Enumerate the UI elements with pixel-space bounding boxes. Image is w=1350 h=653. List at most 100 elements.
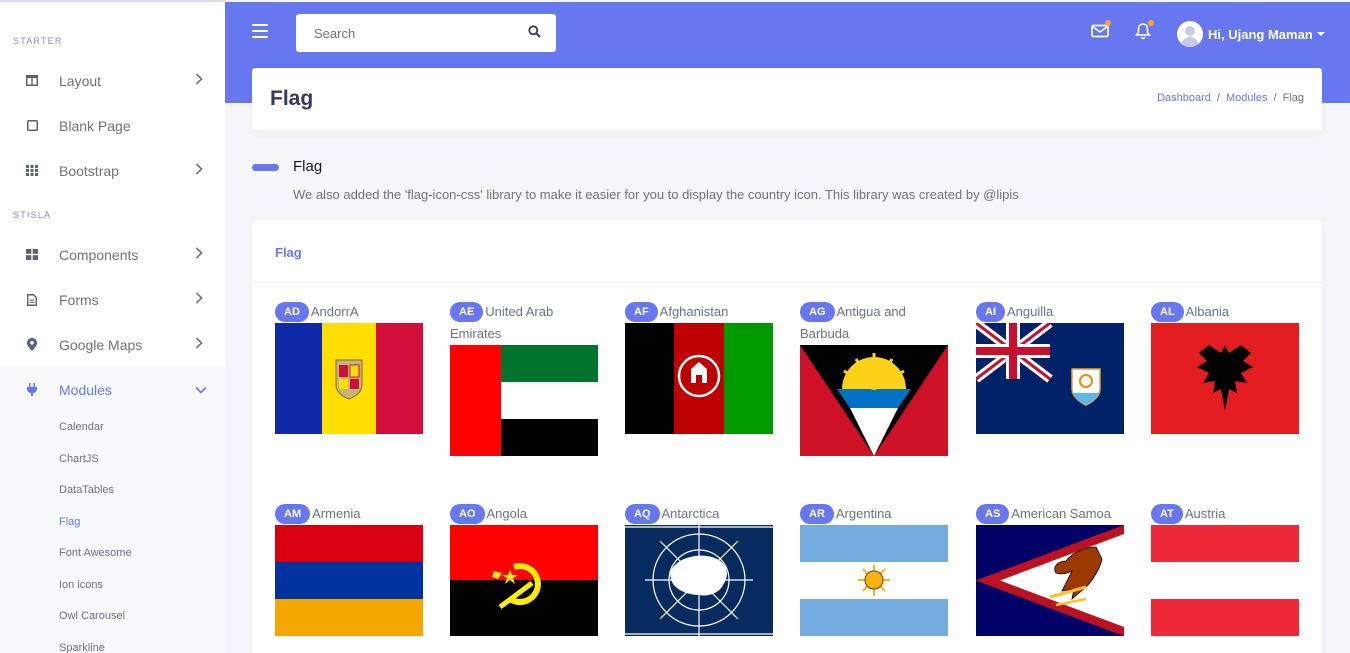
search-input[interactable] [314, 25, 514, 41]
sidebar-item-components[interactable]: Components [0, 232, 225, 277]
flag-item-af: AF Afghanistan [625, 301, 775, 434]
user-greeting: Hi, Ujang Maman [1208, 26, 1313, 42]
search-bar [296, 14, 556, 52]
breadcrumb-dashboard[interactable]: Dashboard [1157, 92, 1211, 104]
menu-header-stisla: STISLA [13, 210, 52, 220]
country-name: American Samoa [1011, 506, 1111, 521]
flag-item-ar: AR Argentina [800, 503, 950, 636]
bell-icon[interactable] [1134, 20, 1154, 42]
country-code-badge: AE [450, 301, 484, 322]
user-dropdown[interactable]: Hi, Ujang Maman [1177, 21, 1325, 47]
sidebar-item-label: Bootstrap [59, 162, 119, 179]
search-icon[interactable] [528, 25, 542, 39]
argentina-flag [800, 525, 948, 636]
sidebar-item-blank-page[interactable]: Blank Page [0, 103, 225, 148]
andorra-flag [275, 323, 423, 434]
sidebar-item-label: Modules [59, 381, 112, 398]
section-header: Flag Dashboard / Modules / Flag [252, 68, 1322, 130]
country-code-badge: AD [275, 301, 309, 322]
card-header: Flag [252, 221, 1322, 283]
country-code-badge: AG [800, 301, 835, 322]
sidebar-item-modules[interactable]: Modules [0, 367, 225, 412]
country-name: Afghanistan [659, 304, 729, 319]
country-code-badge: AR [800, 503, 834, 524]
sidebar-item-label: Layout [59, 72, 102, 89]
sidebar: STARTER Layout Blank Page Bootstrap STIS… [0, 0, 225, 653]
antarctica-flag [625, 525, 773, 636]
country-code-badge: AQ [625, 503, 660, 524]
country-code-badge: AF [625, 301, 658, 322]
sidebar-item-google-maps[interactable]: Google Maps [0, 322, 225, 367]
sidebar-item-label: Components [59, 246, 139, 263]
antigua-flag [800, 345, 948, 456]
country-code-badge: AS [976, 503, 1010, 524]
submenu-item-ion-icons[interactable]: Ion icons [59, 577, 103, 593]
square-icon [21, 120, 43, 131]
flag-item-ag: AG Antigua and Barbuda [800, 301, 950, 456]
breadcrumb: Dashboard / Modules / Flag [1157, 92, 1304, 104]
flag-item-ai: AI Anguilla [976, 301, 1126, 434]
sidebar-item-label: Forms [59, 291, 99, 308]
afghanistan-flag [625, 323, 773, 434]
austria-flag [1151, 525, 1299, 636]
country-code-badge: AT [1151, 503, 1183, 524]
sidebar-item-label: Blank Page [59, 117, 131, 134]
submenu-item-chartjs[interactable]: ChartJS [59, 451, 99, 467]
sidebar-item-forms[interactable]: Forms [0, 277, 225, 322]
flag-item-al: AL Albania [1151, 301, 1301, 434]
country-name: Albania [1185, 304, 1230, 319]
flag-card: Flag AD AndorrA AE United Arab Emirates AF… [252, 221, 1322, 653]
menu-header-starter: STARTER [13, 36, 63, 46]
grid-icon [21, 165, 43, 176]
american-samoa-flag [976, 525, 1124, 636]
submenu-item-datatables[interactable]: DataTables [59, 482, 114, 498]
hamburger-menu-icon[interactable] [252, 24, 268, 40]
section-title-accent [252, 164, 279, 171]
breadcrumb-current: Flag [1282, 92, 1304, 104]
submenu-item-flag[interactable]: Flag [59, 514, 80, 530]
columns-icon [21, 75, 43, 86]
breadcrumb-modules[interactable]: Modules [1226, 92, 1268, 104]
card-title: Flag [275, 245, 302, 260]
country-name: Angola [486, 506, 527, 521]
flag-item-ae: AE United Arab Emirates [450, 301, 600, 456]
map-marker-icon [21, 338, 43, 351]
flag-item-aq: AQ Antarctica [625, 503, 775, 636]
section-title: Flag [293, 158, 323, 175]
chevron-right-icon [195, 247, 209, 262]
flag-item-as: AS American Samoa [976, 503, 1126, 636]
angola-flag [450, 525, 598, 636]
flag-item-ad: AD AndorrA [275, 301, 425, 434]
country-name: Armenia [312, 506, 361, 521]
chevron-down-icon [195, 382, 209, 397]
chevron-right-icon [195, 292, 209, 307]
sidebar-item-label: Google Maps [59, 336, 143, 353]
country-code-badge: AO [450, 503, 485, 524]
flag-item-ao: AO Angola [450, 503, 600, 636]
sidebar-item-layout[interactable]: Layout [0, 58, 225, 103]
plug-icon [21, 383, 43, 396]
section-lead: We also added the 'flag-icon-css' librar… [293, 187, 1019, 202]
armenia-flag [275, 525, 423, 636]
flag-item-am: AM Armenia [275, 503, 425, 636]
submenu-item-owl-carousel[interactable]: Owl Carousel [59, 608, 125, 624]
notification-dot [1148, 20, 1154, 26]
chevron-right-icon [195, 337, 209, 352]
country-code-badge: AM [275, 503, 311, 524]
submenu-item-font-awesome[interactable]: Font Awesome [59, 545, 132, 561]
submenu-item-sparkline[interactable]: Sparkline [59, 640, 105, 653]
country-code-badge: AL [1151, 301, 1184, 322]
country-name: Austria [1184, 506, 1226, 521]
file-icon [21, 293, 43, 306]
chevron-right-icon [195, 73, 209, 88]
chevron-right-icon [195, 163, 209, 178]
notification-dot [1105, 20, 1111, 26]
submenu-item-calendar[interactable]: Calendar [59, 419, 104, 435]
country-name: AndorrA [310, 304, 359, 319]
envelope-icon[interactable] [1091, 20, 1111, 42]
avatar [1177, 21, 1203, 47]
sidebar-item-bootstrap[interactable]: Bootstrap [0, 148, 225, 193]
th-large-icon [21, 249, 43, 260]
modules-submenu: Calendar ChartJS DataTables Flag Font Aw… [0, 412, 225, 653]
page-title: Flag [270, 87, 314, 110]
